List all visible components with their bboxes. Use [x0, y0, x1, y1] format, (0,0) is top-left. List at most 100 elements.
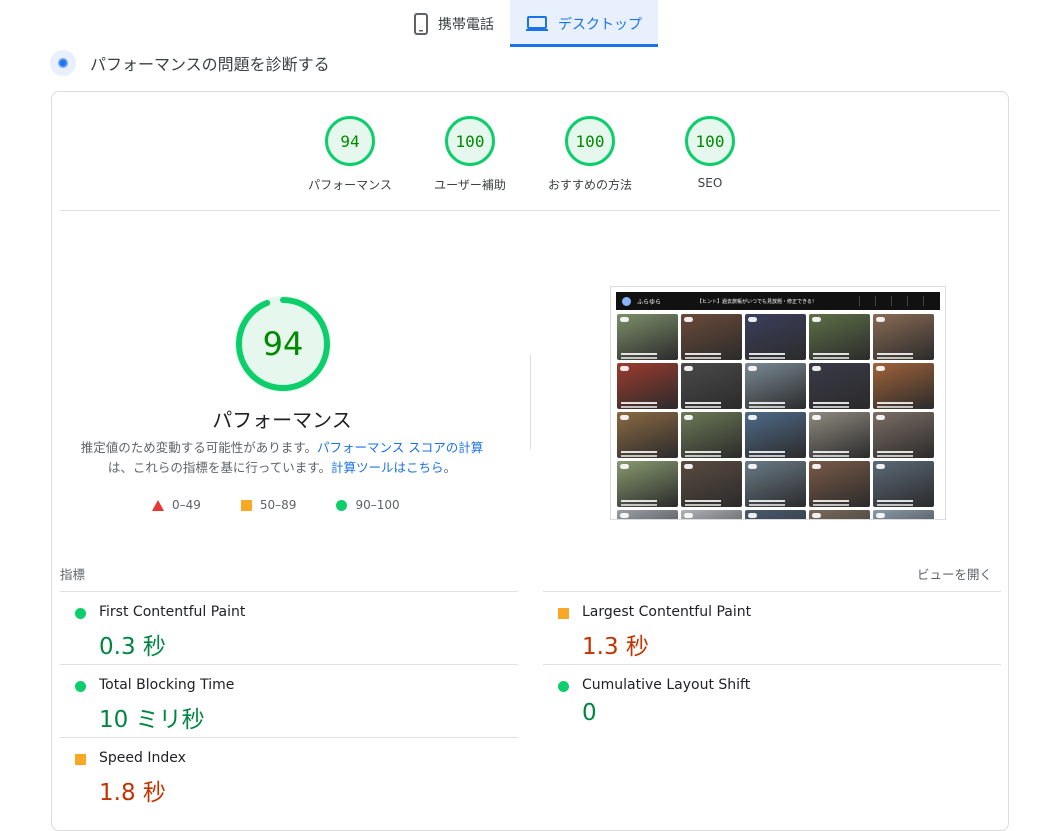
- metrics-title: 指標: [60, 567, 86, 582]
- preview-photo-tile: [745, 412, 806, 458]
- gauge-best-practices[interactable]: 100 おすすめの方法: [540, 116, 640, 193]
- circle-icon: [336, 499, 348, 511]
- metric-value: 10 ミリ秒: [99, 707, 205, 733]
- preview-photo-tile: [745, 510, 806, 519]
- preview-photo-tile: [809, 314, 870, 360]
- desc-text-2: は、これらの指標を基に行っています。: [107, 460, 332, 475]
- metric-cls: Cumulative Layout Shift 0: [543, 664, 1001, 736]
- tab-desktop[interactable]: デスクトップ: [510, 0, 658, 47]
- expand-view-toggle[interactable]: ビューを開く: [917, 564, 992, 583]
- preview-photo-tile: [617, 314, 678, 360]
- gauge-accessibility[interactable]: 100 ユーザー補助: [420, 116, 520, 193]
- preview-photo-tile: [681, 363, 742, 409]
- diagnose-title-text: パフォーマンスの問題を診断する: [90, 55, 330, 74]
- status-good-icon: [75, 608, 86, 619]
- gauge-performance[interactable]: 94 パフォーマンス: [300, 116, 400, 193]
- preview-photo-tile: [873, 412, 934, 458]
- gauge-ring: 94: [325, 116, 375, 166]
- desc-text-1: 推定値のため変動する可能性があります。: [80, 440, 318, 455]
- metric-name: Total Blocking Time: [99, 677, 235, 693]
- diagnose-section-title: パフォーマンスの問題を診断する: [50, 50, 330, 76]
- legend-range: 0–49: [172, 498, 201, 512]
- tab-mobile-label: 携帯電話: [438, 16, 494, 33]
- vertical-divider: [530, 354, 531, 450]
- legend-pass: 90–100: [336, 498, 400, 512]
- preview-photo-tile: [809, 461, 870, 507]
- gauge-ring: 100: [565, 116, 615, 166]
- preview-photo-tile: [873, 510, 934, 519]
- phone-icon: [414, 12, 428, 35]
- preview-photo-tile: [873, 363, 934, 409]
- gauge-seo[interactable]: 100 SEO: [660, 116, 760, 190]
- preview-photo-tile: [617, 461, 678, 507]
- metric-value: 0: [582, 700, 597, 726]
- metric-fcp: First Contentful Paint 0.3 秒: [60, 591, 518, 663]
- desc-text-3: 。: [443, 460, 457, 475]
- preview-photo-tile: [809, 412, 870, 458]
- gauge-ring: 100: [685, 116, 735, 166]
- metric-name: First Contentful Paint: [99, 604, 246, 620]
- status-average-icon: [75, 754, 86, 765]
- square-icon: [240, 499, 252, 511]
- status-good-icon: [75, 681, 86, 692]
- tab-desktop-label: デスクトップ: [558, 16, 642, 33]
- preview-photo-grid: [617, 314, 939, 519]
- preview-site-header: ふらゆら 【ヒント】過去旅帳がいつでも見放題・修正できる！: [616, 292, 940, 310]
- report-card: 94 パフォーマンス 100 ユーザー補助 100 おすすめの方法 100 SE…: [51, 91, 1009, 831]
- metric-name: Speed Index: [99, 750, 186, 766]
- site-logo-icon: [622, 296, 631, 306]
- status-average-icon: [558, 608, 569, 619]
- legend-average: 50–89: [240, 498, 297, 512]
- preview-photo-tile: [681, 314, 742, 360]
- preview-photo-tile: [809, 363, 870, 409]
- metric-value: 0.3 秒: [99, 634, 166, 660]
- metric-tbt: Total Blocking Time 10 ミリ秒: [60, 664, 518, 736]
- gauge-label: ユーザー補助: [434, 178, 506, 192]
- site-logo-text: ふらゆら: [637, 298, 662, 306]
- preview-photo-tile: [745, 363, 806, 409]
- preview-photo-tile: [873, 314, 934, 360]
- score-calc-link[interactable]: パフォーマンス スコアの計算: [317, 440, 483, 455]
- preview-photo-tile: [745, 314, 806, 360]
- preview-photo-tile: [617, 412, 678, 458]
- metrics-header: 指標 ビューを開く: [60, 564, 1000, 584]
- calculator-link[interactable]: 計算ツールはこちら: [331, 460, 444, 475]
- performance-main-gauge: 94: [235, 296, 331, 392]
- preview-photo-tile: [809, 510, 870, 519]
- preview-photo-tile: [681, 510, 742, 519]
- gauge-label: おすすめの方法: [547, 178, 632, 192]
- metric-value: 1.8 秒: [99, 780, 166, 806]
- legend-range: 90–100: [355, 498, 400, 512]
- metric-lcp: Largest Contentful Paint 1.3 秒: [543, 591, 1001, 663]
- performance-main-score: 94: [262, 325, 304, 363]
- diagnose-icon: [50, 50, 76, 76]
- page-screenshot-preview: ふらゆら 【ヒント】過去旅帳がいつでも見放題・修正できる！: [610, 286, 946, 520]
- device-tabs: 携帯電話 デスクトップ: [398, 0, 658, 47]
- preview-photo-tile: [681, 412, 742, 458]
- divider: [60, 210, 1000, 211]
- score-legend: 0–49 50–89 90–100: [152, 498, 440, 512]
- laptop-icon: [526, 15, 548, 32]
- site-banner-text: 【ヒント】過去旅帳がいつでも見放題・修正できる！: [697, 298, 817, 305]
- legend-fail: 0–49: [152, 498, 201, 512]
- category-gauges: 94 パフォーマンス 100 ユーザー補助 100 おすすめの方法 100 SE…: [52, 116, 1008, 211]
- preview-photo-tile: [617, 363, 678, 409]
- tab-mobile[interactable]: 携帯電話: [398, 0, 510, 47]
- performance-main-label: パフォーマンス: [212, 408, 352, 432]
- status-good-icon: [558, 681, 569, 692]
- preview-photo-tile: [873, 461, 934, 507]
- preview-photo-tile: [681, 461, 742, 507]
- legend-range: 50–89: [259, 498, 297, 512]
- metric-name: Cumulative Layout Shift: [582, 677, 751, 693]
- site-nav-icons: [859, 296, 934, 306]
- gauge-label: パフォーマンス: [308, 178, 392, 192]
- preview-photo-tile: [617, 510, 678, 519]
- metric-value: 1.3 秒: [582, 634, 649, 660]
- metric-speed-index: Speed Index 1.8 秒: [60, 737, 518, 809]
- triangle-icon: [152, 499, 164, 511]
- score-description: 推定値のため変動する可能性があります。パフォーマンス スコアの計算 は、これらの…: [72, 438, 492, 478]
- gauge-ring: 100: [445, 116, 495, 166]
- metric-name: Largest Contentful Paint: [582, 604, 752, 620]
- gauge-label: SEO: [697, 176, 723, 190]
- preview-photo-tile: [745, 461, 806, 507]
